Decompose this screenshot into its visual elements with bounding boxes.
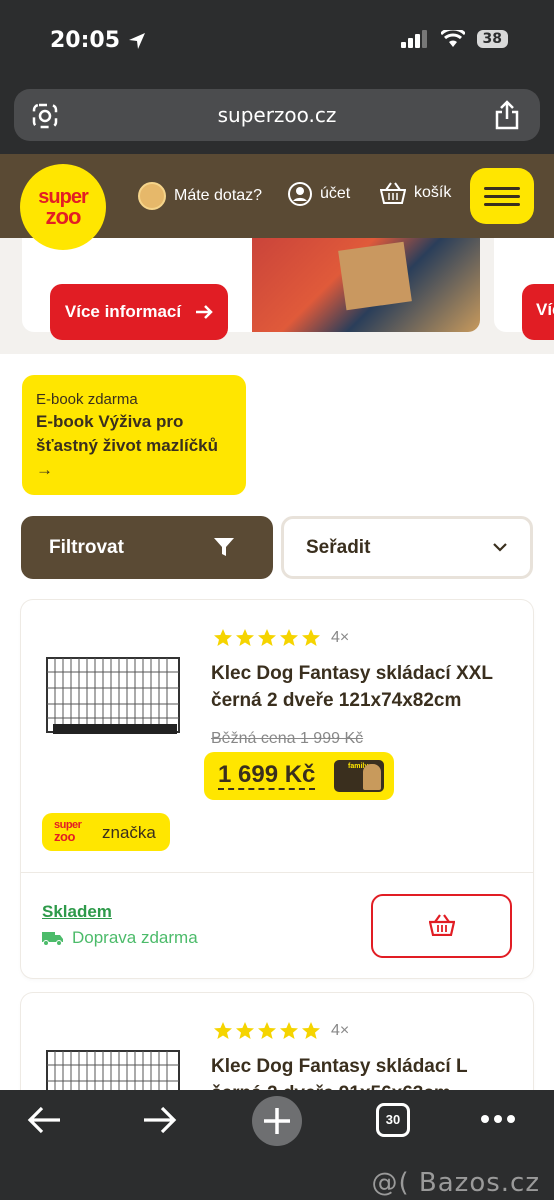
basket-icon	[380, 182, 406, 204]
support-avatar	[138, 182, 166, 210]
wifi-icon	[440, 30, 465, 47]
shipping-info: Doprava zdarma	[42, 928, 198, 948]
star-icon	[258, 1022, 276, 1039]
menu-button[interactable]	[470, 168, 534, 224]
dog-icon	[363, 764, 381, 790]
brand-logo: super zoo	[54, 819, 82, 844]
menu-line-icon	[484, 195, 520, 198]
more-info-label: Více informací	[64, 302, 182, 321]
new-tab-button[interactable]	[252, 1096, 302, 1146]
rating-count: 4×	[331, 1022, 350, 1039]
user-icon	[288, 182, 312, 206]
star-icon	[214, 629, 232, 646]
status-bar: 20:05 38	[0, 0, 554, 82]
stock-status[interactable]: Skladem	[42, 902, 112, 922]
brand-label: značka	[102, 823, 156, 842]
status-time: 20:05	[50, 28, 146, 53]
ebook-title: E-book Výživa pro šťastný život mazlíčků…	[36, 412, 218, 479]
regular-price: Běžná cena 1 999 Kč	[211, 730, 364, 747]
forward-icon[interactable]	[142, 1104, 178, 1141]
price-box: 1 699 Kč family	[204, 752, 394, 800]
menu-line-icon	[484, 203, 520, 206]
signal-icon	[400, 30, 427, 48]
more-info-button-next[interactable]: Víc	[522, 284, 554, 340]
star-icon	[236, 629, 254, 646]
family-card-icon: family	[334, 760, 384, 792]
star-icon	[214, 1022, 232, 1039]
cart-link[interactable]: košík	[380, 182, 451, 204]
promo-carousel: Více informací Víc	[0, 238, 554, 354]
address-bar[interactable]: superzoo.cz	[14, 89, 540, 141]
share-icon[interactable]	[494, 100, 520, 135]
star-icon	[280, 1022, 298, 1039]
account-link[interactable]: účet	[288, 182, 350, 206]
promo-image-box	[338, 241, 412, 311]
url-text[interactable]: superzoo.cz	[14, 103, 540, 127]
arrow-right-icon	[196, 305, 213, 319]
status-icons: 38	[400, 30, 508, 48]
tabs-button[interactable]: 30	[376, 1103, 410, 1137]
back-icon[interactable]	[26, 1104, 62, 1141]
browser-bottom-bar: 30 @( Bazos.cz	[0, 1090, 554, 1200]
location-arrow-icon	[129, 32, 146, 49]
sort-label: Seřadit	[306, 537, 371, 558]
rating-stars: 4×	[213, 628, 349, 648]
ebook-promo[interactable]: E-book zdarma E-book Výživa pro šťastný …	[22, 375, 246, 495]
site-header: super zoo Máte dotaz? účet košík	[0, 154, 554, 250]
rating-stars: 4×	[213, 1021, 349, 1041]
time-text: 20:05	[50, 28, 121, 53]
truck-icon	[42, 932, 63, 946]
card-divider	[21, 872, 533, 873]
sort-select[interactable]: Seřadit	[281, 516, 533, 579]
help-label: Máte dotaz?	[174, 187, 263, 204]
product-card[interactable]: 4× Klec Dog Fantasy skládací XXL černá 2…	[21, 600, 533, 978]
star-icon	[258, 629, 276, 646]
star-icon	[302, 629, 320, 646]
star-icon	[236, 1022, 254, 1039]
browser-toolbar: superzoo.cz	[0, 82, 554, 154]
logo-text-zoo: zoo	[45, 204, 82, 229]
help-link[interactable]: Máte dotaz?	[138, 182, 262, 210]
add-to-cart-button[interactable]	[371, 894, 512, 958]
product-title[interactable]: Klec Dog Fantasy skládací XXL černá 2 dv…	[211, 660, 511, 714]
shipping-label: Doprava zdarma	[72, 928, 198, 947]
filter-button[interactable]: Filtrovat	[21, 516, 273, 579]
more-info-button[interactable]: Více informací	[50, 284, 228, 340]
ebook-kicker: E-book zdarma	[36, 391, 138, 408]
menu-line-icon	[484, 187, 520, 190]
star-icon	[302, 1022, 320, 1039]
star-icon	[280, 629, 298, 646]
superzoo-logo[interactable]: super zoo	[20, 164, 106, 250]
product-image[interactable]	[43, 652, 183, 740]
watermark: @( Bazos.cz	[371, 1168, 540, 1198]
funnel-icon	[214, 538, 234, 556]
account-label: účet	[320, 185, 351, 202]
more-icon[interactable]	[480, 1112, 516, 1131]
product-price: 1 699 Kč	[218, 761, 316, 790]
filter-label: Filtrovat	[49, 537, 124, 558]
battery-indicator: 38	[476, 30, 508, 48]
basket-icon	[429, 914, 455, 936]
chevron-down-icon	[493, 543, 507, 552]
plus-icon	[264, 1108, 290, 1134]
cart-label: košík	[414, 184, 452, 201]
brand-badge: super zoo značka	[42, 813, 170, 851]
brand-logo-zoo: zoo	[54, 829, 75, 844]
rating-count: 4×	[331, 629, 350, 646]
